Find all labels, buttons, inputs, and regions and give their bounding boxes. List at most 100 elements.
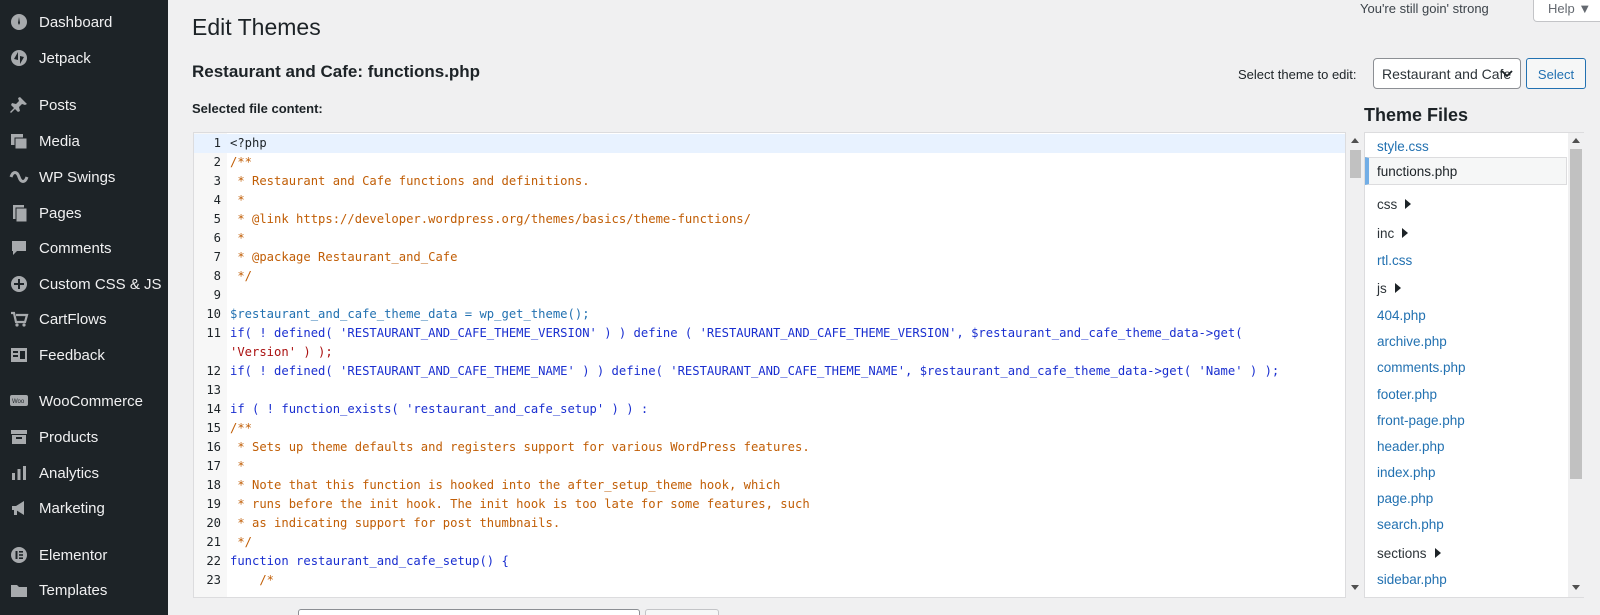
sidebar-item-analytics[interactable]: Analytics [0, 456, 168, 490]
code-line-text: * [230, 193, 245, 207]
theme-files-title: Theme Files [1364, 105, 1469, 125]
code-line[interactable]: 23 /* [194, 571, 1345, 590]
sidebar-item-marketing[interactable]: Marketing [0, 491, 168, 525]
file-title: Restaurant and Cafe: functions.php [192, 62, 481, 81]
select-button[interactable]: Select [1526, 58, 1586, 89]
scroll-down-icon[interactable] [1351, 585, 1359, 590]
code-line-text: * Note that this function is hooked into… [230, 478, 781, 492]
line-number: 20 [206, 516, 221, 530]
file-item-label: comments.php [1377, 360, 1466, 375]
sidebar-item-label: Marketing [39, 499, 105, 517]
code-line-text: */ [230, 535, 253, 549]
code-line[interactable]: 12 if( ! defined( 'RESTAURANT_AND_CAFE_TH… [194, 362, 1345, 381]
code-line[interactable]: 5 * @link https://developer.wordpress.or… [194, 210, 1345, 229]
code-line[interactable]: 11 if( ! defined( 'RESTAURANT_AND_CAFE_TH… [194, 324, 1345, 343]
code-line[interactable]: 8 */ [194, 267, 1345, 286]
sidebar-item-posts[interactable]: Posts [0, 88, 168, 122]
code-line[interactable]: 14 if ( ! function_exists( 'restaurant_an… [194, 400, 1345, 419]
sidebar-item-label: CartFlows [39, 310, 107, 328]
code-line[interactable]: 4 * [194, 191, 1345, 210]
editor-scrollbar[interactable] [1347, 132, 1364, 598]
file-item[interactable]: archive.php [1365, 328, 1567, 356]
file-item[interactable]: footer.php [1365, 381, 1567, 409]
code-line[interactable]: 10 $restaurant_and_cafe_theme_data = wp_g… [194, 305, 1345, 324]
sidebar-item-feedback[interactable]: Feedback [0, 338, 168, 372]
comment-icon [9, 238, 29, 258]
folder-item[interactable]: js [1365, 275, 1567, 303]
sidebar-item-wp-swings[interactable]: WP Swings [0, 160, 168, 194]
sidebar-item-label: Analytics [39, 464, 100, 482]
file-item[interactable]: functions.php [1365, 157, 1567, 185]
code-editor[interactable]: 1 <?php 2/** 3 * Restaurant and Cafe functi… [193, 132, 1346, 598]
sidebar-item-comments[interactable]: Comments [0, 231, 168, 265]
code-line-text: * [230, 459, 245, 473]
code-line[interactable]: 1 <?php [194, 134, 1345, 153]
code-line[interactable]: 'Version' ) ); [194, 343, 1345, 362]
folder-item[interactable]: inc [1365, 220, 1567, 248]
folder-item[interactable]: sections [1365, 540, 1567, 568]
scroll-up-icon[interactable] [1572, 138, 1580, 143]
line-number: 4 [213, 193, 221, 207]
sidebar-item-pages[interactable]: Pages [0, 196, 168, 230]
sidebar-item-jetpack[interactable]: Jetpack [0, 41, 168, 75]
sidebar-item-templates[interactable]: Templates [0, 573, 168, 607]
line-number: 12 [206, 364, 221, 378]
code-line-text: if ( ! function_exists( 'restaurant_and_… [230, 402, 649, 416]
code-line-text: /** [230, 421, 253, 435]
page-title: Edit Themes [192, 14, 321, 40]
doc-lookup-select[interactable] [298, 609, 640, 615]
file-item-label: inc [1377, 226, 1395, 241]
code-line-text: /** [230, 155, 253, 169]
sidebar-item-cartflows[interactable]: CartFlows [0, 302, 168, 336]
code-line[interactable]: 6 * [194, 229, 1345, 248]
sidebar-item-dashboard[interactable]: Dashboard [0, 5, 168, 39]
sidebar-item-woocommerce[interactable]: Woo WooCommerce [0, 384, 168, 418]
code-line[interactable]: 15 /** [194, 419, 1345, 438]
code-line[interactable]: 21 */ [194, 533, 1345, 552]
sidebar-item-media[interactable]: Media [0, 124, 168, 158]
dashboard-icon [9, 12, 29, 32]
file-item[interactable]: index.php [1365, 459, 1567, 487]
sidebar-item-label: Posts [39, 96, 77, 114]
file-item-label: front-page.php [1377, 413, 1465, 428]
theme-select[interactable]: Restaurant and Cafe [1373, 58, 1521, 89]
file-item[interactable]: comments.php [1365, 354, 1567, 382]
scroll-down-icon[interactable] [1572, 585, 1580, 590]
folder-item[interactable]: css [1365, 191, 1567, 219]
file-item[interactable]: sidebar.php [1365, 566, 1567, 594]
code-line[interactable]: 2 /** [194, 153, 1345, 172]
file-item[interactable]: search.php [1365, 511, 1567, 539]
code-line[interactable]: 9 [194, 286, 1345, 305]
code-line[interactable]: 16 * Sets up theme defaults and register… [194, 438, 1345, 457]
code-line[interactable]: 20 * as indicating support for post thum… [194, 514, 1345, 533]
scrollbar-thumb[interactable] [1350, 150, 1361, 178]
code-line-text: * @link https://developer.wordpress.org/… [230, 212, 751, 226]
code-line-text: * @package Restaurant_and_Cafe [230, 250, 458, 264]
file-item[interactable]: page.php [1365, 485, 1567, 513]
code-line[interactable]: 22 function restaurant_and_cafe_setup() { [194, 552, 1345, 571]
scrollbar-thumb[interactable] [1570, 149, 1582, 479]
sidebar-item-label: Dashboard [39, 13, 113, 31]
sidebar-item-elementor[interactable]: Elementor [0, 538, 168, 572]
file-item-label: archive.php [1377, 334, 1447, 349]
code-line[interactable]: 19 * runs before the init hook. The init… [194, 495, 1345, 514]
file-item-label: 404.php [1377, 308, 1426, 323]
file-item[interactable]: rtl.css [1365, 247, 1567, 275]
sidebar-item-custom-css-js[interactable]: Custom CSS & JS [0, 267, 168, 301]
scroll-up-icon[interactable] [1351, 138, 1359, 143]
code-line[interactable]: 7 * @package Restaurant_and_Cafe [194, 248, 1345, 267]
files-scrollbar[interactable] [1568, 133, 1584, 597]
file-item[interactable]: header.php [1365, 433, 1567, 461]
file-item-label: functions.php [1377, 164, 1458, 179]
help-button[interactable]: Help ▼ [1533, 0, 1600, 22]
caret-right-icon [1434, 548, 1441, 558]
file-item[interactable]: 404.php [1365, 302, 1567, 330]
code-line[interactable]: 17 * [194, 457, 1345, 476]
file-item[interactable]: front-page.php [1365, 407, 1567, 435]
code-line[interactable]: 13 [194, 381, 1345, 400]
code-line[interactable]: 18 * Note that this function is hooked i… [194, 476, 1345, 495]
sidebar-item-products[interactable]: Products [0, 420, 168, 454]
code-line[interactable]: 3 * Restaurant and Cafe functions and de… [194, 172, 1345, 191]
lookup-button[interactable] [645, 609, 719, 615]
code-line-text: if( ! defined( 'RESTAURANT_AND_CAFE_THEM… [230, 326, 1243, 340]
